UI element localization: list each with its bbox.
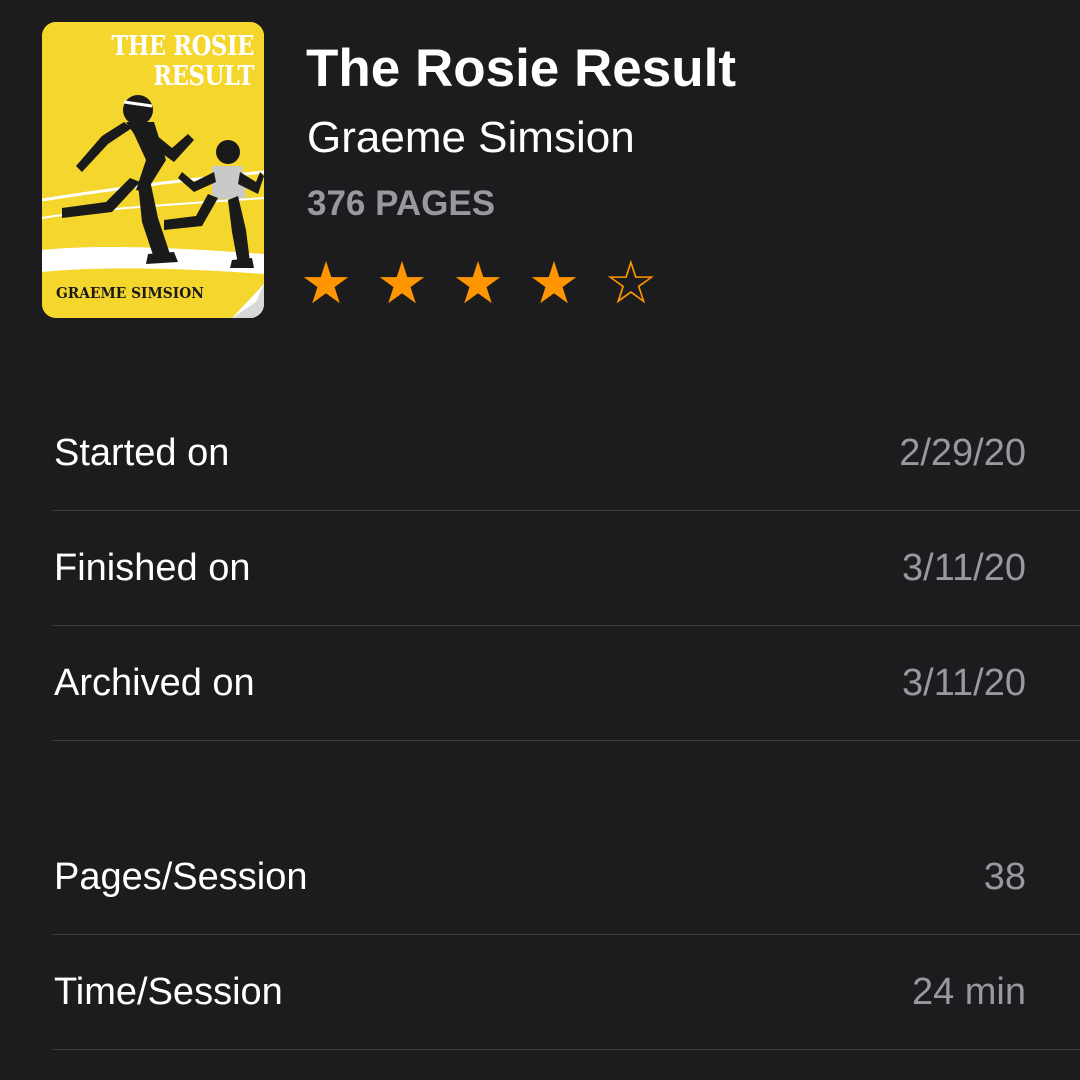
date-row: Finished on 3/11/20	[52, 511, 1080, 626]
stat-row: Pages/Session 38	[52, 820, 1080, 935]
star-filled-icon[interactable]: ★	[452, 248, 528, 318]
row-value: 3/11/20	[902, 662, 1026, 704]
reading-dates-list: Started on 2/29/20 Finished on 3/11/20 Archi…	[52, 396, 1080, 741]
row-value: 38	[983, 856, 1026, 898]
star-filled-icon[interactable]: ★	[528, 248, 604, 318]
book-cover-image[interactable]: THE ROSIE RESULT GRAEME SIMSION	[42, 22, 264, 318]
book-detail-screen: THE ROSIE RESULT GRAEME SIMSION The Rosi…	[0, 0, 1080, 1080]
cover-title-line-2: RESULT	[153, 61, 254, 92]
cover-title-text: THE ROSIE RESULT	[86, 32, 254, 92]
row-value: 3/11/20	[902, 547, 1026, 589]
star-rating[interactable]: ★ ★ ★ ★ ☆	[300, 248, 680, 318]
date-row: Archived on 3/11/20	[52, 626, 1080, 741]
book-author: Graeme Simsion	[307, 113, 635, 162]
reading-stats-list: Pages/Session 38 Time/Session 24 min	[52, 820, 1080, 1050]
row-value: 24 min	[911, 971, 1026, 1013]
cover-title-line-1: THE ROSIE	[111, 31, 254, 62]
star-empty-icon[interactable]: ☆	[604, 248, 680, 318]
row-value: 2/29/20	[899, 432, 1026, 474]
row-label: Started on	[54, 432, 230, 474]
book-page-count: 376 PAGES	[307, 184, 496, 223]
star-filled-icon[interactable]: ★	[300, 248, 376, 318]
row-label: Time/Session	[54, 971, 283, 1013]
row-label: Archived on	[54, 662, 255, 704]
cover-author-text: GRAEME SIMSION	[56, 284, 204, 302]
star-filled-icon[interactable]: ★	[376, 248, 452, 318]
stat-row: Time/Session 24 min	[52, 935, 1080, 1050]
row-label: Finished on	[54, 547, 251, 589]
date-row: Started on 2/29/20	[52, 396, 1080, 511]
book-title: The Rosie Result	[306, 39, 736, 98]
row-label: Pages/Session	[54, 856, 308, 898]
